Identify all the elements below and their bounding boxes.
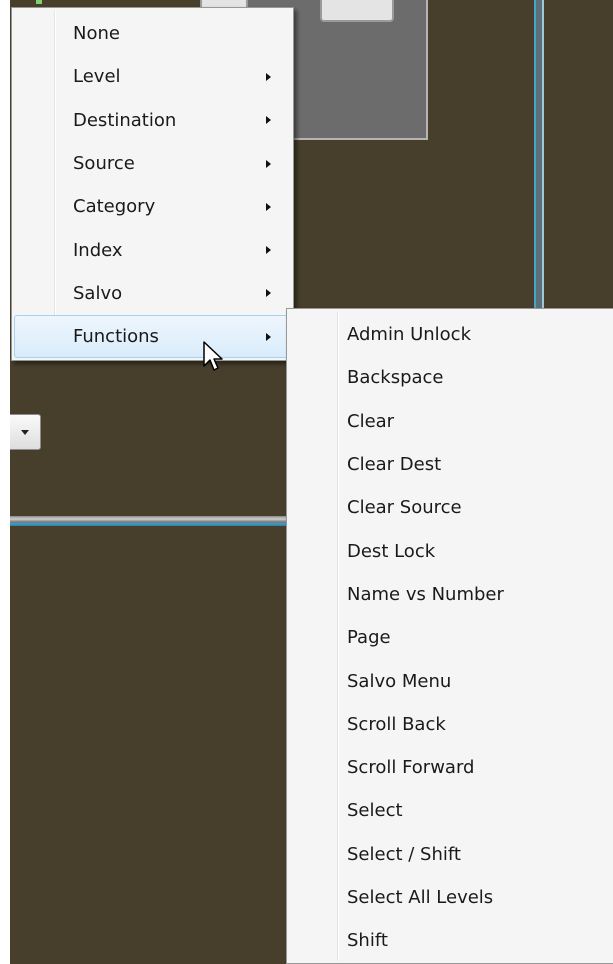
submenu-item-clear-dest[interactable]: Clear Dest: [289, 443, 611, 486]
submenu-item-backspace[interactable]: Backspace: [289, 356, 611, 399]
menu-item-label: Scroll Forward: [347, 757, 475, 779]
menu-item-label: Source: [73, 153, 135, 175]
menu-item-label: Salvo: [73, 282, 123, 304]
triangle-right-icon: [266, 289, 271, 298]
menu-item-label: Shift: [347, 930, 388, 952]
menu-item-label: Clear Dest: [347, 454, 442, 476]
triangle-right-icon: [266, 332, 271, 341]
menu-item-label: Select / Shift: [347, 843, 461, 865]
menu-item-level[interactable]: Level: [14, 55, 291, 98]
submenu-item-scroll-back[interactable]: Scroll Back: [289, 703, 611, 746]
chevron-down-icon: [21, 429, 29, 435]
menu-item-label: Functions: [73, 326, 159, 348]
context-menu: None Level Destination Source Category I…: [11, 7, 294, 361]
menu-item-label: Category: [73, 196, 156, 218]
menu-item-label: Index: [73, 239, 123, 261]
menu-item-category[interactable]: Category: [14, 185, 291, 228]
panel-divider: [10, 516, 286, 526]
menu-item-label: Destination: [73, 109, 177, 131]
dropdown-button[interactable]: [10, 414, 41, 450]
menu-item-label: Clear: [347, 410, 395, 432]
triangle-right-icon: [266, 159, 271, 168]
submenu-item-select-all-levels[interactable]: Select All Levels: [289, 876, 611, 919]
panel-frame-edge: [534, 0, 544, 310]
triangle-right-icon: [266, 202, 271, 211]
left-edge-strip: [0, 0, 10, 964]
menu-item-index[interactable]: Index: [14, 228, 291, 271]
triangle-right-icon: [266, 246, 271, 255]
menu-item-label: Scroll Back: [347, 713, 446, 735]
triangle-right-icon: [266, 116, 271, 125]
menu-item-label: None: [73, 23, 120, 45]
submenu-item-scroll-forward[interactable]: Scroll Forward: [289, 746, 611, 789]
submenu-item-salvo-menu[interactable]: Salvo Menu: [289, 659, 611, 702]
menu-item-label: Level: [73, 66, 121, 88]
panel-button[interactable]: [320, 0, 394, 22]
menu-item-label: Dest Lock: [347, 540, 436, 562]
triangle-right-icon: [266, 72, 271, 81]
menu-item-functions[interactable]: Functions: [14, 315, 291, 359]
menu-item-label: Admin Unlock: [347, 324, 472, 346]
functions-submenu: Admin Unlock Backspace Clear Clear Dest …: [286, 308, 613, 964]
submenu-item-clear[interactable]: Clear: [289, 400, 611, 443]
menu-item-label: Name vs Number: [347, 583, 504, 605]
submenu-item-name-vs-number[interactable]: Name vs Number: [289, 573, 611, 616]
submenu-item-page[interactable]: Page: [289, 616, 611, 659]
submenu-item-dest-lock[interactable]: Dest Lock: [289, 529, 611, 572]
menu-item-label: Page: [347, 627, 391, 649]
menu-item-none[interactable]: None: [14, 12, 291, 55]
menu-item-label: Backspace: [347, 367, 444, 389]
arrow-cursor-icon: [203, 341, 223, 371]
submenu-item-shift[interactable]: Shift: [289, 919, 611, 962]
menu-item-destination[interactable]: Destination: [14, 99, 291, 142]
submenu-item-select[interactable]: Select: [289, 789, 611, 832]
indicator-mark: [36, 0, 42, 4]
menu-item-label: Clear Source: [347, 497, 462, 519]
submenu-item-admin-unlock[interactable]: Admin Unlock: [289, 313, 611, 356]
menu-item-label: Select: [347, 800, 403, 822]
menu-item-label: Salvo Menu: [347, 670, 452, 692]
menu-item-source[interactable]: Source: [14, 142, 291, 185]
submenu-item-clear-source[interactable]: Clear Source: [289, 486, 611, 529]
menu-item-salvo[interactable]: Salvo: [14, 272, 291, 315]
menu-item-label: Select All Levels: [347, 887, 494, 908]
submenu-item-select-shift[interactable]: Select / Shift: [289, 833, 611, 876]
